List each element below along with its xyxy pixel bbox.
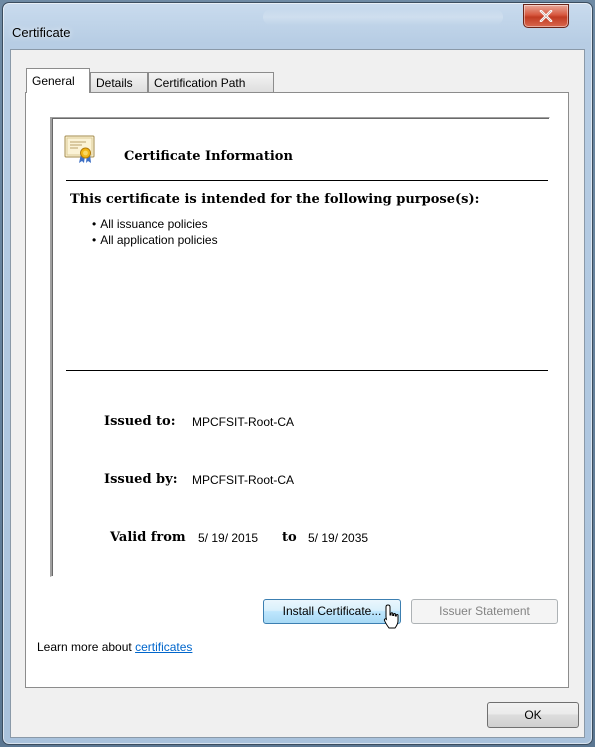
close-icon: [539, 10, 553, 22]
info-divider-bottom: [66, 370, 548, 371]
valid-to-value: 5/ 19/ 2035: [308, 531, 369, 545]
window-title: Certificate: [12, 25, 71, 40]
issued-by-value: MPCFSIT-Root-CA: [192, 473, 295, 487]
issued-to-value: MPCFSIT-Root-CA: [192, 415, 295, 429]
general-tab-panel: Certificate Information This certificate…: [25, 92, 569, 688]
tab-details[interactable]: Details: [90, 72, 148, 92]
learn-more-text: Learn more about certificates: [37, 640, 192, 654]
mouse-pointer-icon: [383, 604, 399, 629]
install-certificate-button[interactable]: Install Certificate...: [263, 599, 401, 624]
certificate-info-title: Certificate Information: [124, 149, 293, 164]
valid-from-value: 5/ 19/ 2015: [198, 531, 259, 545]
purpose-item: All issuance policies: [92, 216, 218, 232]
purpose-heading: This certificate is intended for the fol…: [70, 192, 480, 207]
info-divider-top: [66, 180, 548, 181]
certificate-info-box: Certificate Information This certificate…: [50, 117, 550, 577]
purpose-list: All issuance policies All application po…: [92, 216, 218, 248]
valid-to-label: to: [282, 530, 297, 545]
certificate-dialog: Certificate General Details Certificatio…: [2, 2, 593, 745]
tab-certification-path[interactable]: Certification Path: [148, 72, 274, 92]
purpose-item: All application policies: [92, 232, 217, 248]
valid-from-label: Valid from: [110, 530, 186, 545]
tab-general[interactable]: General: [26, 68, 90, 93]
close-button[interactable]: [523, 4, 569, 28]
ok-button[interactable]: OK: [487, 702, 579, 728]
title-bar-shine: [263, 9, 503, 25]
issued-to-label: Issued to:: [104, 414, 176, 429]
certificates-link[interactable]: certificates: [135, 640, 192, 654]
dialog-client-area: General Details Certification Path Certi…: [10, 49, 585, 738]
title-bar[interactable]: Certificate: [3, 3, 592, 40]
issuer-statement-button[interactable]: Issuer Statement: [411, 599, 558, 624]
learn-more-prefix: Learn more about: [37, 640, 136, 654]
certificate-icon: [64, 135, 95, 163]
issued-by-label: Issued by:: [104, 472, 178, 487]
